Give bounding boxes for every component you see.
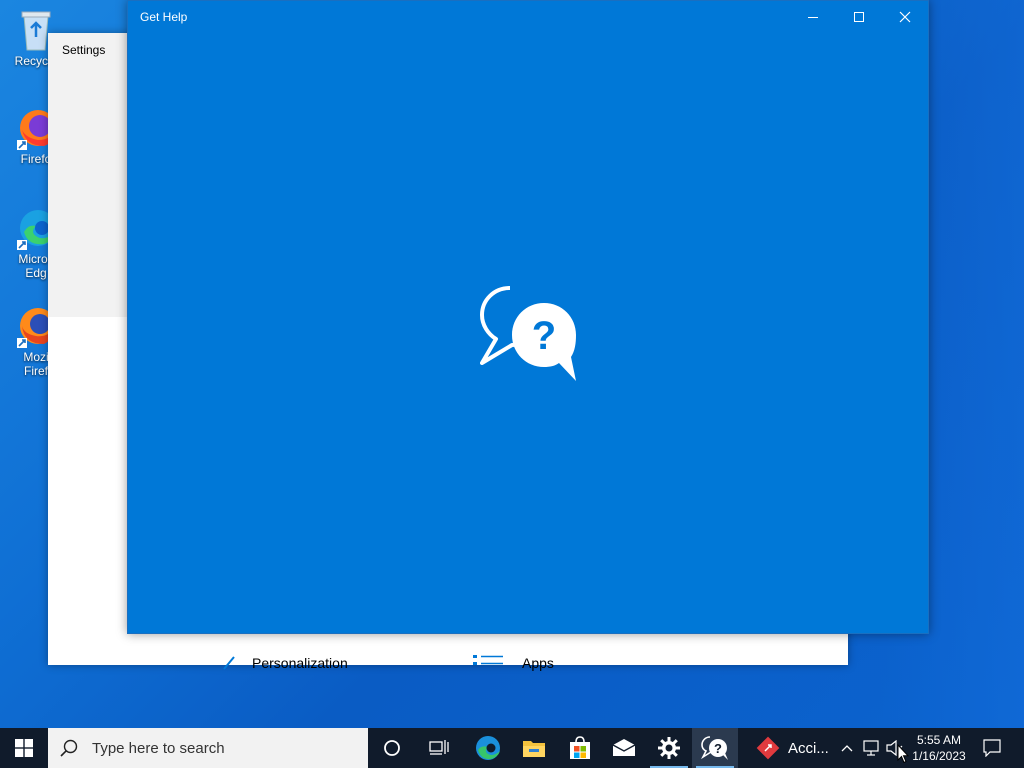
taskbar-clock[interactable]: 5:55 AM 1/16/2023: [908, 728, 970, 768]
cortana-icon: [384, 740, 400, 756]
settings-tile-apps[interactable]: Apps: [472, 653, 554, 673]
settings-tile-personalization[interactable]: Personalization: [220, 653, 348, 673]
task-view-button[interactable]: [416, 728, 462, 768]
svg-text:?: ?: [714, 741, 722, 756]
settings-tile-label: Personalization: [252, 655, 348, 671]
running-app-label: Acci...: [788, 739, 829, 757]
gethelp-window-title: Get Help: [140, 10, 188, 24]
settings-icon: [658, 737, 680, 759]
search-placeholder: Type here to search: [92, 739, 225, 757]
close-icon: [899, 11, 911, 23]
taskbar-file-explorer-button[interactable]: [511, 728, 557, 768]
search-icon: [60, 739, 78, 757]
app-diamond-icon: [756, 736, 780, 760]
clock-date: 1/16/2023: [912, 749, 966, 763]
network-icon: [863, 740, 879, 756]
show-hidden-icons-button[interactable]: [838, 728, 856, 768]
maximize-icon: [854, 12, 864, 22]
edge-icon: [476, 736, 500, 760]
file-explorer-icon: [523, 741, 545, 757]
settings-window-title: Settings: [62, 43, 106, 57]
action-center-button[interactable]: [976, 728, 1008, 768]
store-icon: [570, 736, 590, 759]
chevron-up-icon: [841, 745, 853, 752]
mail-icon: [612, 739, 636, 756]
mouse-cursor-icon: [897, 744, 909, 764]
settings-sidebar: [48, 33, 128, 317]
taskbar-search-box[interactable]: Type here to search: [48, 728, 368, 768]
maximize-button[interactable]: [836, 1, 882, 33]
clock-time: 5:55 AM: [916, 733, 962, 747]
task-view-icon: [429, 740, 449, 755]
taskbar-mail-button[interactable]: [601, 728, 647, 768]
cortana-button[interactable]: [369, 728, 415, 768]
start-button[interactable]: [0, 728, 48, 768]
taskbar-running-app-button[interactable]: Acci...: [744, 728, 836, 768]
minimize-button[interactable]: [790, 1, 836, 33]
taskbar-get-help-button[interactable]: ?: [692, 728, 738, 768]
taskbar-settings-button[interactable]: [646, 728, 692, 768]
notification-icon: [983, 739, 1001, 757]
help-chat-bubbles-icon: ?: [480, 286, 576, 381]
network-button[interactable]: [860, 728, 882, 768]
gethelp-titlebar[interactable]: Get Help: [128, 1, 928, 33]
brush-icon: [223, 656, 235, 670]
taskbar: Type here to search ? Acci... 5:55 AM 1/…: [0, 728, 1024, 768]
close-button[interactable]: [882, 1, 928, 33]
get-help-icon: ?: [701, 736, 728, 760]
svg-text:?: ?: [532, 314, 556, 358]
minimize-icon: [808, 17, 818, 18]
desktop: Recycle Firefo Micros Edg Mozi Firef Set…: [0, 0, 1024, 728]
gethelp-window[interactable]: Get Help ?: [127, 0, 929, 634]
taskbar-store-button[interactable]: [557, 728, 603, 768]
windows-logo-icon: [15, 739, 33, 757]
taskbar-edge-button[interactable]: [465, 728, 511, 768]
apps-list-icon: [473, 655, 503, 665]
settings-tile-label: Apps: [522, 655, 554, 671]
